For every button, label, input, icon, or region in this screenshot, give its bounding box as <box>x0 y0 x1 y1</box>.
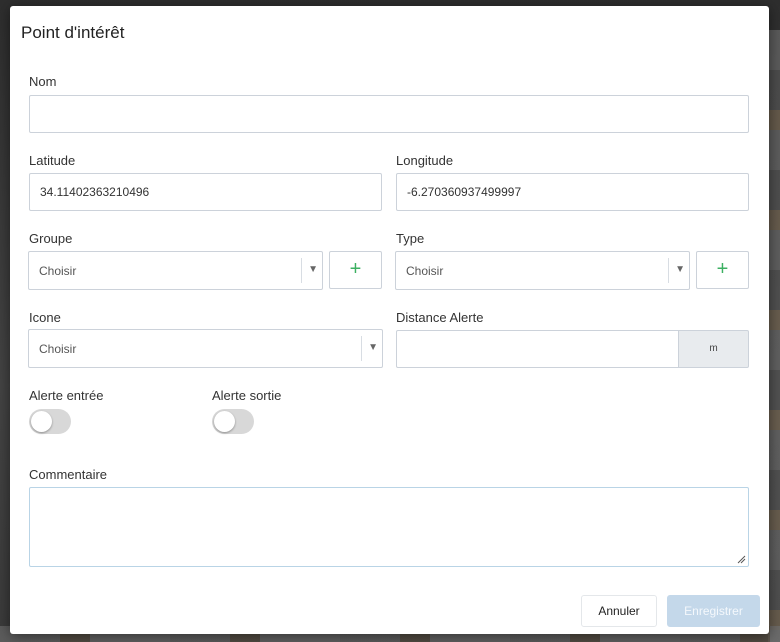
distance-alert-input[interactable] <box>396 330 679 368</box>
icon-label: Icone <box>29 310 61 325</box>
plus-icon: + <box>716 258 729 280</box>
chevron-down-icon: ▼ <box>308 264 318 275</box>
name-label: Nom <box>29 74 57 89</box>
resize-grip-icon[interactable] <box>736 554 746 564</box>
latitude-input[interactable] <box>29 173 382 211</box>
type-label: Type <box>396 231 425 246</box>
alert-entry-toggle[interactable] <box>29 409 71 434</box>
select-divider <box>668 258 669 283</box>
group-label: Groupe <box>29 231 73 246</box>
plus-icon: + <box>349 258 362 280</box>
latitude-label: Latitude <box>29 153 76 168</box>
add-type-button[interactable]: + <box>696 251 749 289</box>
select-divider <box>301 258 302 283</box>
name-input[interactable] <box>29 95 749 133</box>
group-select[interactable]: Choisir ▼ <box>28 251 323 290</box>
icon-select-value: Choisir <box>39 342 77 356</box>
select-divider <box>361 336 362 361</box>
toggle-knob <box>31 411 52 432</box>
save-button[interactable]: Enregistrer <box>667 595 760 627</box>
alert-exit-toggle[interactable] <box>212 409 254 434</box>
comment-textarea[interactable] <box>29 487 749 567</box>
distance-alert-label: Distance Alerte <box>396 310 484 325</box>
longitude-label: Longitude <box>396 153 454 168</box>
longitude-input[interactable] <box>396 173 749 211</box>
map-edge-right <box>768 30 780 642</box>
dialog-title: Point d'intérêt <box>21 23 125 42</box>
toggle-knob <box>214 411 235 432</box>
icon-select[interactable]: Choisir ▼ <box>28 329 383 368</box>
type-select-value: Choisir <box>406 264 444 278</box>
poi-dialog: Point d'intérêt Nom Latitude Longitude G… <box>10 6 769 634</box>
comment-label: Commentaire <box>29 467 108 482</box>
chevron-down-icon: ▼ <box>368 342 378 353</box>
alert-entry-label: Alerte entrée <box>29 388 104 403</box>
alert-exit-label: Alerte sortie <box>212 388 282 403</box>
cancel-button[interactable]: Annuler <box>581 595 657 627</box>
type-select[interactable]: Choisir ▼ <box>395 251 690 290</box>
group-select-value: Choisir <box>39 264 77 278</box>
chevron-down-icon: ▼ <box>675 264 685 275</box>
distance-unit-addon: m <box>679 330 749 368</box>
add-group-button[interactable]: + <box>329 251 382 289</box>
